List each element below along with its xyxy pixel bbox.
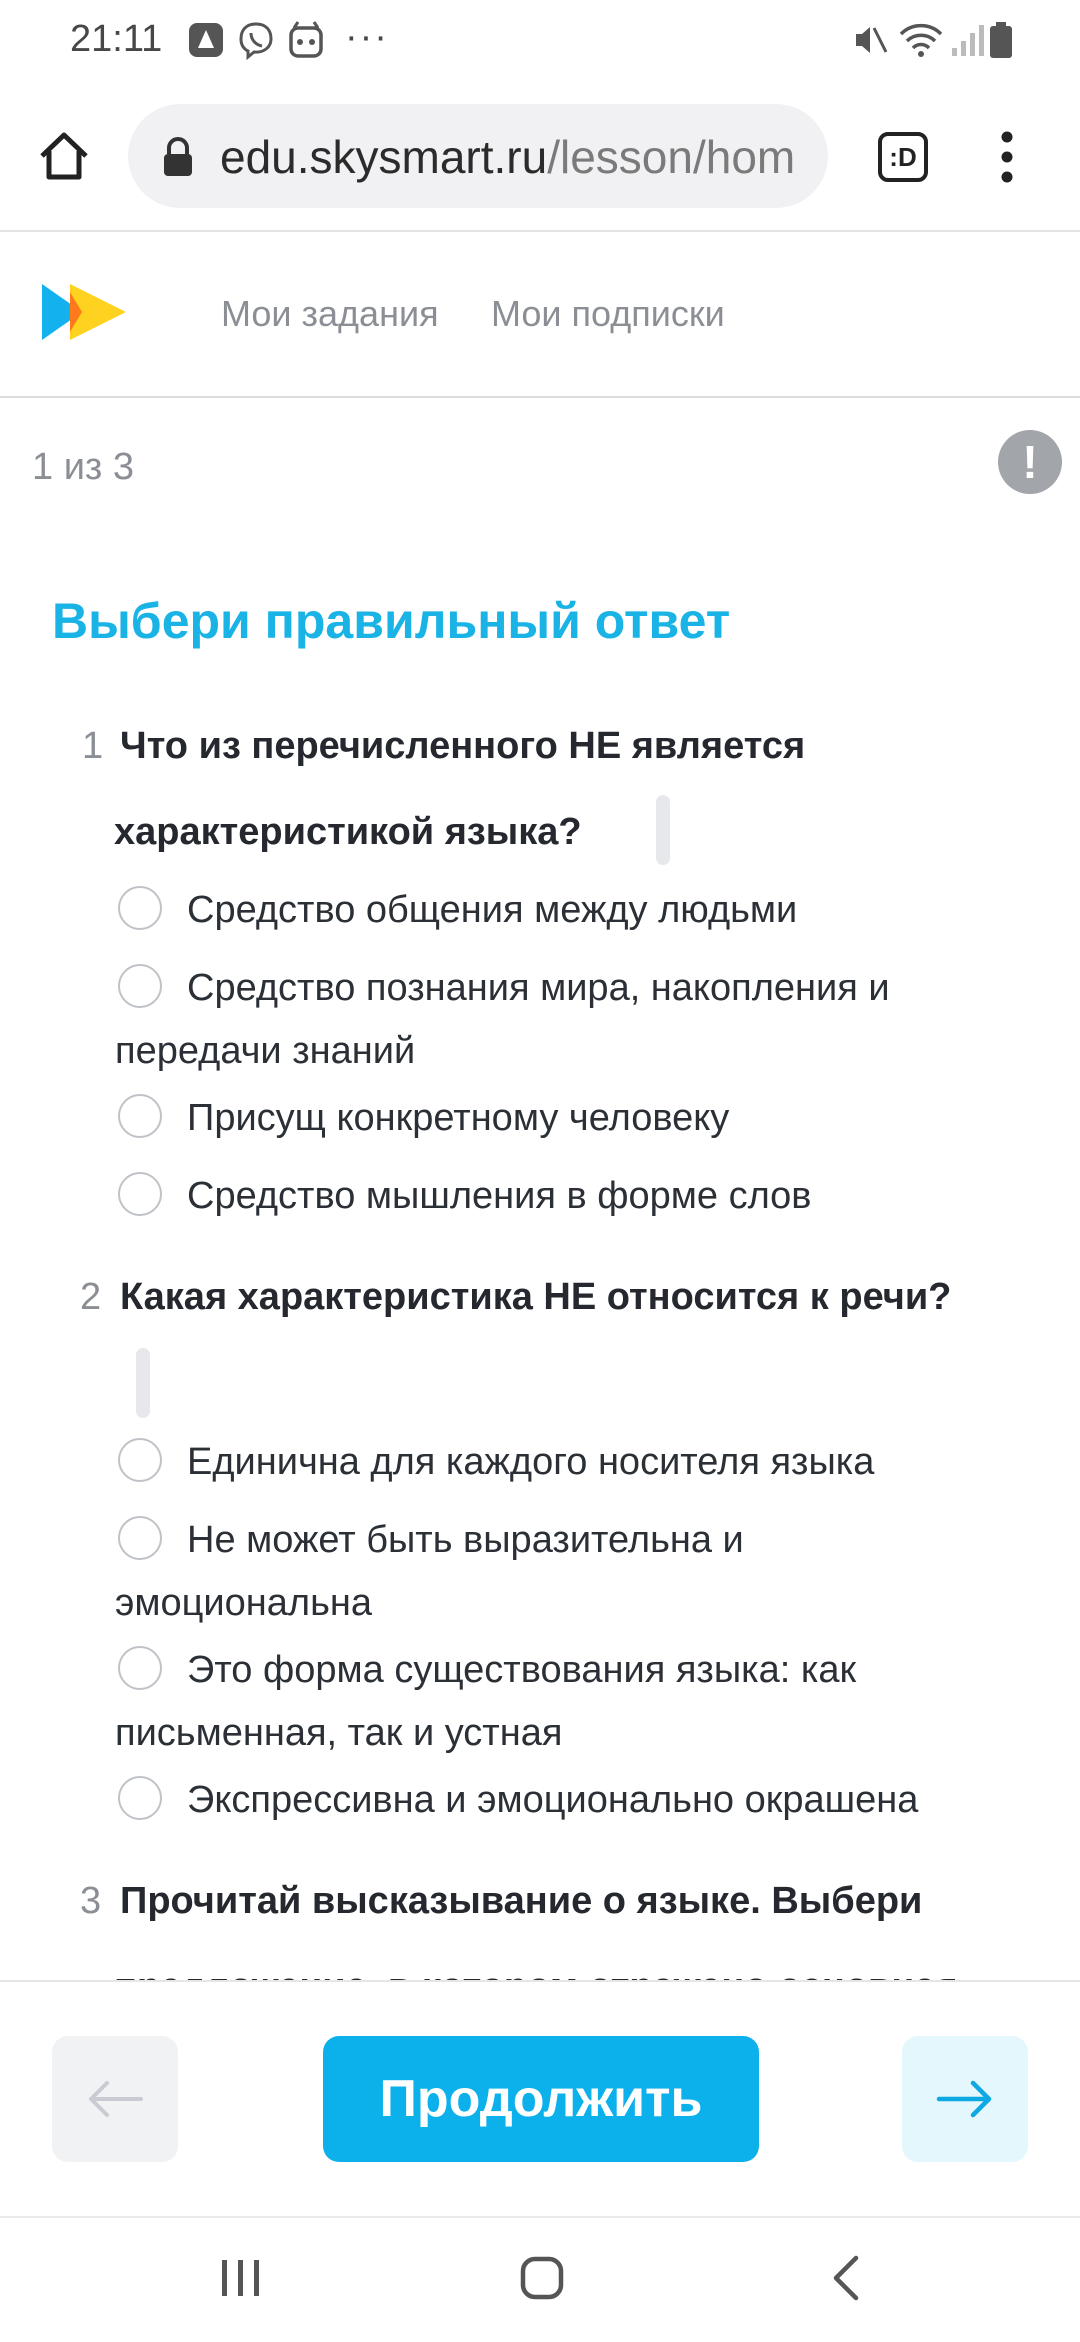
arrow-right-icon	[936, 2080, 992, 2118]
task-progress: 1 из 3	[32, 446, 135, 488]
option-label[interactable]: Средство общения между людьми	[187, 879, 797, 941]
lock-icon	[164, 137, 192, 176]
question-text: Какая характеристика НЕ относится к речи…	[120, 1276, 952, 1318]
option-label[interactable]: Присущ конкретному человеку	[187, 1087, 729, 1149]
option-label[interactable]: Единична для каждого носителя языка	[187, 1431, 874, 1493]
option-label[interactable]: передачи знаний	[115, 1020, 415, 1082]
report-problem-button[interactable]: !	[998, 430, 1062, 494]
drag-handle[interactable]	[136, 1348, 150, 1418]
url-host: edu.skysmart.ru	[220, 131, 548, 183]
continue-button[interactable]: Продолжить	[323, 2036, 759, 2162]
arrow-left-icon	[89, 2081, 143, 2117]
mute-icon	[856, 27, 888, 53]
status-time: 21:11	[70, 18, 163, 60]
option-radio[interactable]	[118, 886, 162, 930]
option-label[interactable]: Не может быть выразительна и	[187, 1509, 744, 1571]
wifi-icon	[899, 23, 943, 57]
battery-icon	[990, 22, 1012, 58]
option-label[interactable]: Экспрессивна и эмоционально окрашена	[187, 1769, 918, 1831]
option-label[interactable]: Средство познания мира, накопления и	[187, 957, 890, 1019]
option-radio[interactable]	[118, 1516, 162, 1560]
tabs-button[interactable]: :D	[878, 132, 928, 182]
option-label[interactable]: Это форма существования языка: как	[187, 1639, 856, 1701]
previous-button[interactable]	[52, 2036, 178, 2162]
skysmart-logo[interactable]	[40, 280, 130, 344]
home-nav-icon[interactable]	[518, 2254, 566, 2302]
viber-icon	[239, 22, 273, 60]
question-text: Что из перечисленного НЕ является	[120, 725, 806, 767]
exercise-title: Выбери правильный ответ	[52, 593, 731, 649]
question-text: Прочитай высказывание о языке. Выбери	[120, 1880, 923, 1922]
option-radio[interactable]	[118, 964, 162, 1008]
back-icon[interactable]	[828, 2254, 864, 2302]
question-number: 1	[82, 725, 104, 767]
app-notification-icon	[289, 21, 323, 58]
signal-icon	[952, 25, 984, 56]
more-notifications-icon: ···	[345, 16, 389, 58]
app-notification-icon	[189, 23, 223, 57]
menu-icon[interactable]	[992, 128, 1022, 186]
option-radio[interactable]	[118, 1646, 162, 1690]
option-label[interactable]: Средство мышления в форме слов	[187, 1165, 812, 1227]
url-text[interactable]: edu.skysmart.ru/lesson/hom	[220, 130, 810, 184]
question-text: предложение, в котором отражено основная	[114, 1944, 1014, 1980]
option-radio[interactable]	[118, 1094, 162, 1138]
recent-apps-icon[interactable]	[218, 2256, 264, 2300]
question-text: характеристикой языка?	[114, 811, 582, 853]
option-radio[interactable]	[118, 1172, 162, 1216]
option-label[interactable]: эмоциональна	[115, 1572, 372, 1634]
option-radio[interactable]	[118, 1438, 162, 1482]
question-number: 3	[80, 1880, 102, 1922]
url-path: /lesson/hom	[547, 131, 796, 183]
next-button[interactable]	[902, 2036, 1028, 2162]
option-radio[interactable]	[118, 1776, 162, 1820]
home-icon[interactable]	[36, 128, 92, 184]
drag-handle[interactable]	[656, 795, 670, 865]
nav-my-subscriptions[interactable]: Мои подписки	[491, 293, 725, 335]
question-number: 2	[80, 1276, 102, 1318]
nav-my-tasks[interactable]: Мои задания	[221, 293, 439, 335]
option-label[interactable]: письменная, так и устная	[115, 1702, 562, 1764]
